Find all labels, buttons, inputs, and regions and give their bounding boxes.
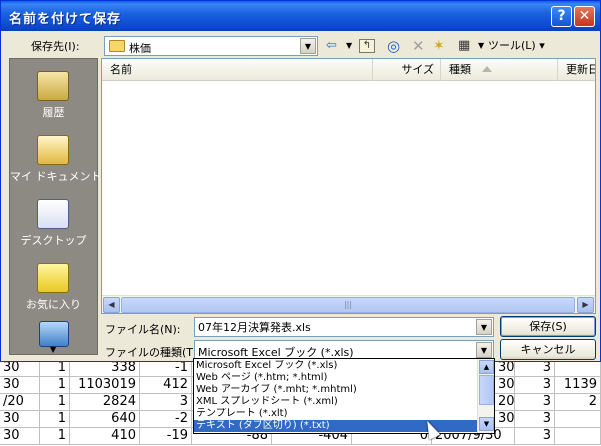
chevron-down-icon[interactable]: ▼ — [300, 38, 316, 54]
sheet-cell: 30 — [495, 360, 515, 377]
savein-select[interactable]: 株価 ▼ — [104, 36, 318, 56]
sheet-cell: 640 — [70, 411, 140, 428]
place-label: デスクトップ — [20, 234, 87, 247]
sheet-cell: 30 — [0, 411, 40, 428]
sheet-cell: -19 — [140, 428, 192, 445]
place-my-documents[interactable]: マイ ドキュメント — [10, 129, 102, 193]
places-bar: 履歴 マイ ドキュメント デスクトップ お気に入り ▼ — [9, 58, 102, 355]
sheet-cell: 30 — [495, 377, 515, 394]
scroll-left-icon[interactable]: ◀ — [103, 297, 120, 313]
views-dropdown-icon[interactable]: ▼ — [478, 37, 484, 55]
scroll-thumb[interactable] — [479, 375, 494, 405]
network-icon — [39, 321, 69, 347]
sheet-cell — [555, 428, 601, 445]
my-documents-icon — [37, 135, 69, 165]
filetype-option[interactable]: XML スプレッドシート (*.xml) — [194, 396, 477, 408]
scroll-right-icon[interactable]: ▶ — [577, 297, 594, 313]
savein-value: 株価 — [129, 42, 151, 55]
favorites-icon — [37, 263, 69, 293]
desktop-icon — [37, 199, 69, 229]
dropdown-scrollbar[interactable]: ▲ ▼ — [477, 359, 494, 433]
sort-ascending-icon — [482, 66, 492, 72]
sheet-cell: 1 — [40, 394, 70, 411]
place-history[interactable]: 履歴 — [10, 65, 97, 129]
sheet-cell: 1 — [40, 411, 70, 428]
filename-dropdown-icon[interactable]: ▼ — [476, 319, 492, 335]
sheet-cell: 20 — [495, 394, 515, 411]
column-name[interactable]: 名前 — [102, 59, 373, 81]
chevron-down-icon[interactable]: ▼ — [476, 342, 492, 358]
sheet-cell: -1 — [140, 360, 192, 377]
search-web-icon[interactable]: ◎ — [387, 37, 400, 55]
filetype-select[interactable]: Microsoft Excel ブック (*.xls) ▼ — [194, 340, 494, 360]
help-button[interactable]: ? — [551, 6, 572, 27]
sheet-cell: 1 — [40, 428, 70, 445]
place-label: 履歴 — [42, 106, 65, 119]
file-list-header: 名前 サイズ 種類 更新日時 — [102, 59, 595, 81]
sheet-cell — [555, 360, 601, 377]
new-folder-icon[interactable]: ✶ — [433, 37, 445, 55]
sheet-cell: 30 — [0, 428, 40, 445]
sheet-cell: 3 — [515, 377, 555, 394]
sheet-cell: -2 — [140, 411, 192, 428]
sheet-cell: 2824 — [70, 394, 140, 411]
filename-label: ファイル名(N): — [105, 323, 181, 336]
column-size[interactable]: サイズ — [373, 59, 441, 81]
sheet-cell: 3 — [515, 394, 555, 411]
place-desktop[interactable]: デスクトップ — [10, 193, 97, 257]
title-bar[interactable]: 名前を付けて保存 ? ✕ — [1, 1, 600, 31]
filetype-option[interactable]: テンプレート (*.xlt) — [194, 408, 477, 420]
close-button[interactable]: ✕ — [574, 6, 595, 27]
back-dropdown-icon[interactable]: ▼ — [346, 37, 352, 55]
sheet-cell: 3 — [515, 428, 555, 445]
sheet-cell: 2 — [555, 394, 601, 411]
tools-menu[interactable]: ツール(L) ▾ — [488, 37, 545, 55]
dialog-title: 名前を付けて保存 — [9, 12, 122, 27]
sheet-cell: 3 — [515, 411, 555, 428]
sheet-cell — [555, 411, 601, 428]
savein-label: 保存先(I): — [31, 40, 80, 53]
filetype-label: ファイルの種類(T): — [105, 346, 202, 359]
place-label: マイ ドキュメント — [10, 170, 102, 183]
views-menu-icon[interactable]: ▦ — [458, 37, 470, 55]
column-type[interactable]: 種類 — [441, 59, 558, 81]
filetype-option[interactable]: Web アーカイブ (*.mht; *.mhtml) — [194, 384, 477, 396]
filename-input[interactable] — [194, 317, 494, 337]
sheet-cell: 3 — [140, 394, 192, 411]
history-icon — [37, 71, 69, 101]
up-folder-icon[interactable]: ↰ — [359, 39, 375, 53]
save-button[interactable]: 保存(S) — [500, 316, 596, 337]
cancel-button[interactable]: キャンセル — [500, 339, 596, 360]
save-as-dialog: 名前を付けて保存 ? ✕ 保存先(I): 株価 ▼ ⇦ ▼ ↰ ◎ ✕ ✶ ▦ … — [0, 0, 601, 362]
delete-icon[interactable]: ✕ — [412, 37, 425, 55]
scroll-down-icon[interactable]: ▼ — [479, 417, 494, 431]
sheet-cell: 3 — [515, 360, 555, 377]
sheet-cell: 410 — [70, 428, 140, 445]
filetype-dropdown-list[interactable]: Microsoft Excel ブック (*.xls) Web ページ (*.h… — [193, 358, 495, 434]
scroll-thumb[interactable]: ||| — [121, 297, 575, 313]
column-modified[interactable]: 更新日時 — [558, 59, 595, 81]
sheet-cell: 30 — [495, 411, 515, 428]
scroll-up-icon[interactable]: ▲ — [479, 360, 494, 374]
sheet-cell: 412 — [140, 377, 192, 394]
horizontal-scrollbar[interactable]: ◀ ||| ▶ — [102, 295, 595, 313]
sheet-cell: 1139 — [555, 377, 601, 394]
folder-icon — [109, 40, 125, 52]
place-favorites[interactable]: お気に入り — [10, 257, 97, 321]
place-label: お気に入り — [26, 298, 81, 311]
places-scroll-down-icon[interactable]: ▼ — [50, 345, 56, 354]
filetype-option[interactable]: Web ページ (*.htm; *.html) — [194, 372, 477, 384]
sheet-cell: /20 — [0, 394, 40, 411]
filetype-option[interactable]: Microsoft Excel ブック (*.xls) — [194, 360, 477, 372]
back-arrow-icon[interactable]: ⇦ — [326, 37, 337, 55]
file-list[interactable]: 名前 サイズ 種類 更新日時 ◀ ||| ▶ — [101, 58, 596, 314]
